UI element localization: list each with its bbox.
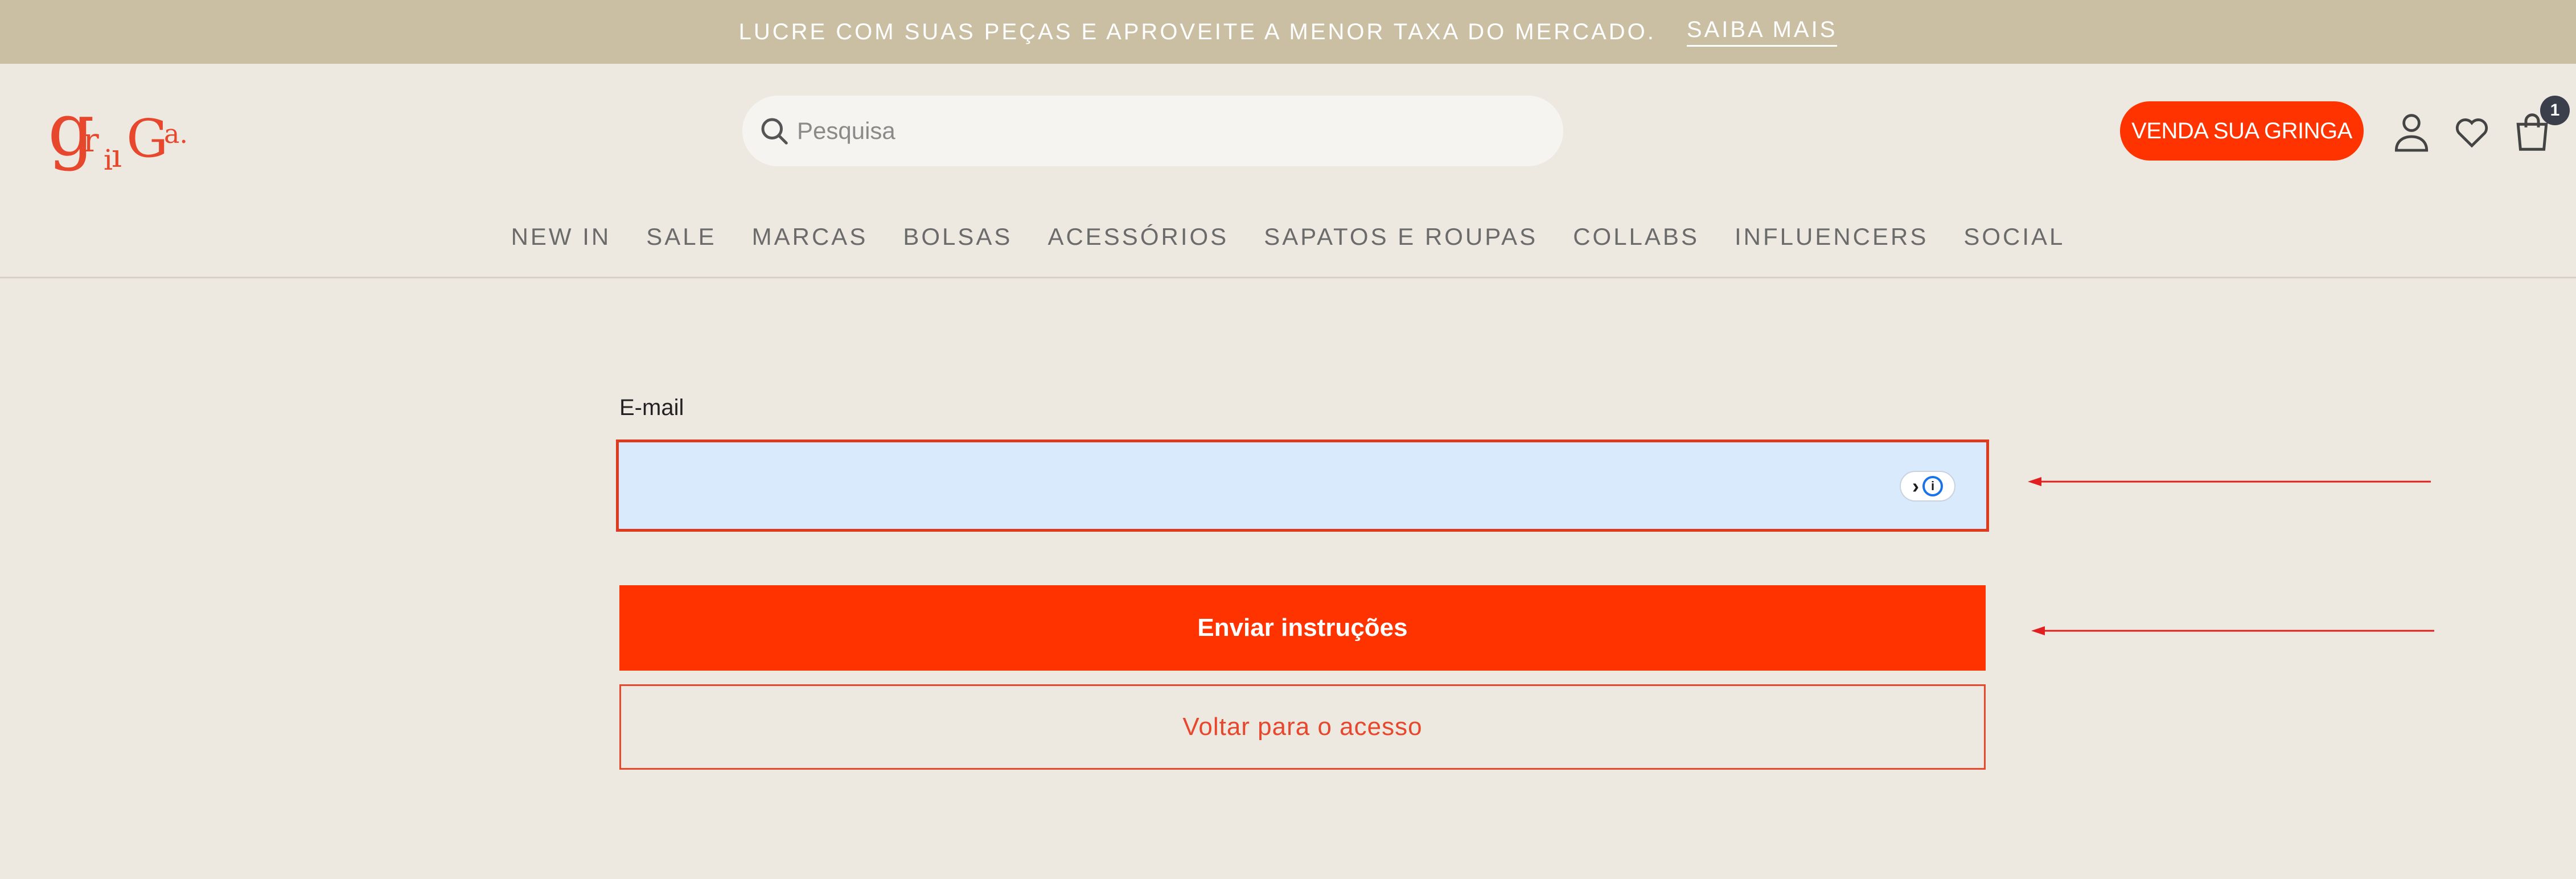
logo[interactable]: g r i ı Ga. [48,88,196,176]
search-icon [756,113,792,149]
password-manager-icon[interactable]: › i [1900,471,1955,502]
send-instructions-button[interactable]: Enviar instruções [619,585,1986,671]
nav-item-social[interactable]: SOCIAL [1963,223,2065,250]
chevron-right-icon: › [1912,474,1919,498]
sell-button[interactable]: VENDA SUA GRINGA [2120,101,2364,161]
annotation-arrow [2028,477,2431,486]
nav-item-acessorios[interactable]: ACESSÓRIOS [1047,223,1229,250]
nav-item-bolsas[interactable]: BOLSAS [903,223,1012,250]
nav-item-sale[interactable]: SALE [646,223,716,250]
nav-item-marcas[interactable]: MARCAS [752,223,868,250]
email-field-wrapper: › i [616,440,1989,532]
nav-item-collabs[interactable]: COLLABS [1573,223,1699,250]
header-divider [0,277,2576,278]
nav-item-new-in[interactable]: NEW IN [511,223,611,250]
main-nav: NEW IN SALE MARCAS BOLSAS ACESSÓRIOS SAP… [0,216,2576,257]
back-to-login-button[interactable]: Voltar para o acesso [619,684,1986,770]
email-label: E-mail [619,395,684,420]
heart-icon[interactable] [2448,106,2496,158]
promo-link[interactable]: SAIBA MAIS [1686,17,1838,47]
promo-text: LUCRE COM SUAS PEÇAS E APROVEITE A MENOR… [738,19,1656,44]
search-bar[interactable] [742,96,1563,166]
search-input[interactable] [797,108,1480,154]
cart-count-badge: 1 [2540,96,2570,125]
promo-bar: LUCRE COM SUAS PEÇAS E APROVEITE A MENOR… [0,0,2576,64]
page-root: LUCRE COM SUAS PEÇAS E APROVEITE A MENOR… [0,0,2576,879]
nav-item-influencers[interactable]: INFLUENCERS [1735,223,1928,250]
annotation-arrow [2031,626,2434,635]
email-field[interactable] [619,442,1986,529]
user-icon[interactable] [2388,106,2435,158]
nav-item-sapatos-e-roupas[interactable]: SAPATOS E ROUPAS [1264,223,1538,250]
info-icon: i [1922,476,1943,496]
